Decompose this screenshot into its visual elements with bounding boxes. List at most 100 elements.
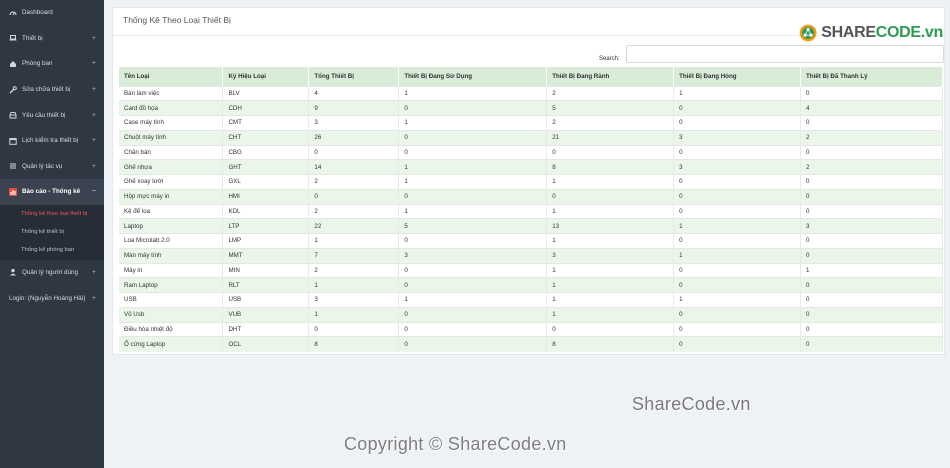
table-cell: 1 xyxy=(673,247,802,263)
table-cell: RLT xyxy=(222,277,310,293)
table-cell: 0 xyxy=(673,188,802,204)
table-cell: LMP xyxy=(222,233,310,249)
expand-icon[interactable]: + xyxy=(92,86,96,93)
table-cell: Hộp mực máy in xyxy=(119,188,224,204)
table-cell: 0 xyxy=(800,336,943,352)
copyright-watermark: Copyright © ShareCode.vn xyxy=(344,434,567,454)
reports-submenu: Thống kê theo loại thiết bị Thống kê thi… xyxy=(0,204,104,260)
table-cell: 0 xyxy=(398,144,548,160)
table-row: USB USB 3 1 1 1 0 xyxy=(119,292,943,308)
table-cell: 0 xyxy=(800,292,943,308)
table-cell: 3 xyxy=(308,115,400,131)
sub-item-stats-devices[interactable]: Thống kê thiết bị xyxy=(0,223,104,241)
table-cell: 1 xyxy=(308,277,400,293)
table-row: Kệ để loa KDL 2 1 1 0 0 xyxy=(119,203,943,219)
list-icon xyxy=(9,162,17,170)
table-cell: OCL xyxy=(222,336,310,352)
sidebar-item-bottom-0[interactable]: Quản lý người dùng + xyxy=(0,260,104,286)
table-row: Chuột máy tính CHT 26 0 21 3 2 xyxy=(119,129,943,145)
column-header[interactable]: Thiết Bị Đã Thanh Lý xyxy=(800,67,943,86)
table-cell: Ghế nhựa xyxy=(119,159,224,175)
table-cell: CHT xyxy=(222,129,310,145)
sidebar-item-top-4[interactable]: Yêu cầu thiết bị + xyxy=(0,102,104,128)
table-cell: 0 xyxy=(673,203,802,219)
table-cell: LTP xyxy=(222,218,310,234)
expand-icon[interactable]: + xyxy=(92,295,96,302)
column-header[interactable]: Thiết Bị Đang Sử Dụng xyxy=(398,67,548,86)
search-input[interactable] xyxy=(626,45,944,63)
sub-item-stats-by-type[interactable]: Thống kê theo loại thiết bị xyxy=(0,205,104,223)
sidebar-item-label: Phòng ban xyxy=(22,60,53,68)
table-cell: 22 xyxy=(308,218,400,234)
expand-icon[interactable]: + xyxy=(92,35,96,42)
table-cell: 0 xyxy=(308,321,400,337)
sidebar-item-top-3[interactable]: Sửa chữa thiết bị + xyxy=(0,77,104,103)
table-row: Card đồ họa CDH 9 0 5 0 4 xyxy=(119,100,943,116)
table-row: Bàn làm việc BLV 4 1 2 1 0 xyxy=(119,85,943,101)
table-row: Ổ cứng Laptop OCL 8 0 8 0 0 xyxy=(119,336,943,352)
table-cell: 0 xyxy=(398,129,548,145)
wrench-icon xyxy=(9,85,17,94)
table-cell: USB xyxy=(119,292,224,308)
sidebar-item-top-1[interactable]: Thiết bị + xyxy=(0,26,104,52)
table-cell: 0 xyxy=(673,100,802,116)
table-cell: MIN xyxy=(222,262,310,278)
expand-icon[interactable]: + xyxy=(92,112,96,119)
table-cell: 8 xyxy=(546,336,675,352)
table-cell: Case máy tính xyxy=(119,115,224,131)
sub-item-stats-departments[interactable]: Thống kê phòng ban xyxy=(0,241,104,259)
table-cell: 0 xyxy=(800,174,943,190)
table-cell: 3 xyxy=(546,247,675,263)
expand-icon[interactable]: + xyxy=(92,163,96,170)
search-label: Search: xyxy=(599,56,620,62)
table-cell: 2 xyxy=(800,129,943,145)
table-cell: 0 xyxy=(398,277,548,293)
table-cell: 5 xyxy=(546,100,675,116)
expand-icon[interactable]: + xyxy=(92,60,96,67)
table-row: Màn máy tính MMT 7 3 3 1 0 xyxy=(119,247,943,263)
collapse-icon[interactable]: − xyxy=(92,188,96,195)
table-cell: Laptop xyxy=(119,218,224,234)
sidebar: Dashboard Thiết bị + Phòng ban + Sửa chữa thi… xyxy=(0,0,104,468)
table-row: Case máy tính CMT 3 1 2 0 0 xyxy=(119,115,943,131)
sidebar-item-bottom-1[interactable]: Login: (Nguyễn Hoàng Hải) + xyxy=(0,285,104,311)
table-cell: 2 xyxy=(546,115,675,131)
table-cell: 5 xyxy=(398,218,548,234)
table-cell: 0 xyxy=(673,174,802,190)
table-cell: 0 xyxy=(673,321,802,337)
table-cell: 2 xyxy=(308,262,400,278)
sidebar-item-reports[interactable]: Báo cáo - Thống kê − xyxy=(0,179,104,205)
table-cell: VUB xyxy=(222,306,310,322)
table-cell: CBG xyxy=(222,144,310,160)
table-cell: 0 xyxy=(800,203,943,219)
sidebar-item-top-0[interactable]: Dashboard xyxy=(0,0,104,26)
table-cell: 0 xyxy=(673,144,802,160)
expand-icon[interactable]: + xyxy=(92,269,96,276)
table-cell: Điều hòa nhiệt độ xyxy=(119,321,224,337)
table-cell: 4 xyxy=(800,100,943,116)
table-row: Ghế xoay lưới GXL 2 1 1 0 0 xyxy=(119,174,943,190)
column-header[interactable]: Tên Loại xyxy=(119,67,224,86)
sidebar-item-label: Lịch kiểm tra thiết bị xyxy=(22,137,78,145)
table-cell: 3 xyxy=(308,292,400,308)
column-header[interactable]: Thiết Bị Đang Hỏng xyxy=(673,67,802,86)
column-header[interactable]: Ký Hiệu Loại xyxy=(222,67,310,86)
sidebar-item-top-5[interactable]: Lịch kiểm tra thiết bị + xyxy=(0,128,104,154)
expand-icon[interactable]: + xyxy=(92,137,96,144)
table-cell: 1 xyxy=(398,174,548,190)
table-cell: 8 xyxy=(546,159,675,175)
table-cell: 0 xyxy=(546,144,675,160)
table-cell: 2 xyxy=(800,159,943,175)
table-cell: 14 xyxy=(308,159,400,175)
table-cell: 4 xyxy=(308,85,400,101)
table-cell: 3 xyxy=(673,159,802,175)
column-header[interactable]: Tổng Thiết Bị xyxy=(308,67,400,86)
stats-panel: Thống Kê Theo Loại Thiết Bị SHARECODE.vn… xyxy=(112,7,945,355)
sidebar-item-label: Thiết bị xyxy=(22,34,43,42)
sidebar-item-top-6[interactable]: Quản lý tác vụ + xyxy=(0,154,104,180)
column-header[interactable]: Thiết Bị Đang Rảnh xyxy=(546,67,675,86)
table-cell: 9 xyxy=(308,100,400,116)
table-row: Ghế nhựa GHT 14 1 8 3 2 xyxy=(119,159,943,175)
sidebar-item-top-2[interactable]: Phòng ban + xyxy=(0,51,104,77)
table-row: Laptop LTP 22 5 13 1 3 xyxy=(119,218,943,234)
